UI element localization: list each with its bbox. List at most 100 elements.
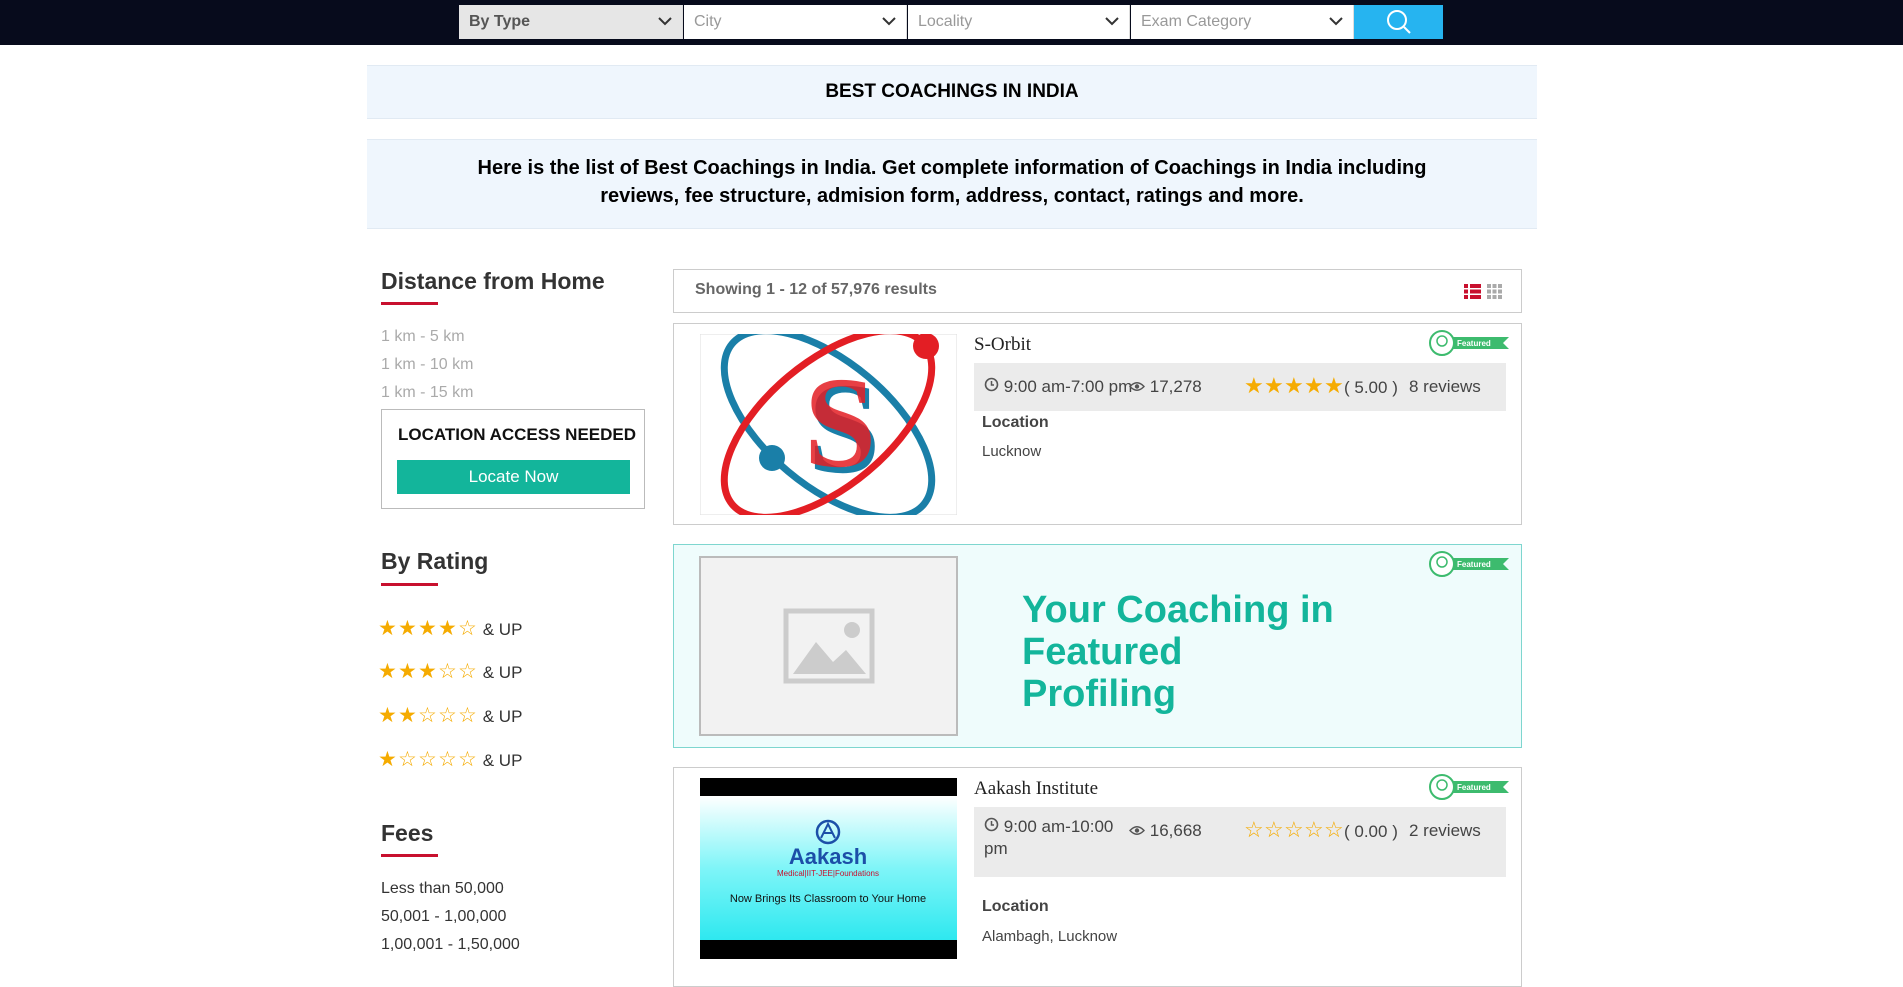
location-value: Lucknow (982, 443, 1042, 460)
star-empty-icon: ☆ (418, 704, 437, 727)
rating-suffix: & UP (482, 751, 523, 770)
star-filled-icon: ★ (1284, 373, 1304, 398)
listing-meta-bar: 9:00 am-7:00 pm 17,278 ★★★★★( 5.00 ) 8 r… (974, 363, 1506, 411)
star-empty-icon: ☆ (1284, 817, 1304, 842)
fees-option[interactable]: 50,001 - 1,00,000 (381, 908, 506, 926)
rating-suffix: & UP (482, 707, 523, 726)
distance-option[interactable]: 1 km - 10 km (381, 356, 473, 374)
star-rating: ★☆☆☆☆ (378, 748, 478, 771)
rating-suffix: & UP (482, 663, 523, 682)
star-filled-icon: ★ (418, 617, 437, 640)
eye-icon (1129, 821, 1150, 840)
star-filled-icon: ★ (1324, 373, 1344, 398)
star-empty-icon: ☆ (1244, 817, 1264, 842)
eye-icon (1129, 377, 1150, 396)
list-view-icon[interactable] (1464, 284, 1481, 299)
type-select-label: By Type (469, 13, 531, 30)
star-rating: ☆☆☆☆☆ (1244, 818, 1344, 842)
grid-view-icon[interactable] (1487, 284, 1502, 299)
page-title: BEST COACHINGS IN INDIA (825, 81, 1079, 102)
distance-option[interactable]: 1 km - 5 km (381, 328, 465, 346)
reviews-link[interactable]: 8 reviews (1409, 377, 1481, 397)
type-select[interactable]: By Type (459, 5, 683, 39)
star-empty-icon: ☆ (458, 748, 477, 771)
listing-name[interactable]: Aakash Institute (974, 778, 1098, 800)
top-search-bar: By Type City Locality Exam Category (0, 0, 1903, 45)
rating-heading: By Rating (381, 548, 489, 574)
promo-heading: Your Coaching in Featured Profiling (1022, 589, 1482, 715)
clock-icon (984, 817, 1004, 836)
listing-card[interactable]: Aakash Medical|IIT-JEE|Foundations Now B… (673, 767, 1522, 987)
city-select-label: City (694, 13, 722, 30)
featured-badge: Featured (1429, 330, 1509, 356)
search-button[interactable] (1354, 5, 1443, 39)
featured-badge: Featured (1429, 774, 1509, 800)
chevron-down-icon (658, 5, 672, 51)
s-orbit-logo[interactable]: S S (700, 334, 957, 515)
locate-now-button[interactable]: Locate Now (397, 460, 630, 494)
star-filled-icon: ★ (378, 704, 397, 727)
distance-option[interactable]: 1 km - 15 km (381, 384, 473, 402)
listing-meta-bar: 9:00 am-10:00 pm 16,668 ☆☆☆☆☆( 0.00 ) 2 … (974, 807, 1506, 877)
star-empty-icon: ☆ (458, 704, 477, 727)
star-empty-icon: ☆ (1264, 817, 1284, 842)
rating-filter-3[interactable]: ★★★☆☆ & UP (378, 660, 522, 684)
star-rating: ★★★★☆ (378, 617, 478, 640)
rating-value: ( 5.00 ) (1344, 378, 1398, 397)
aakash-sub-text: Medical|IIT-JEE|Foundations (777, 869, 879, 878)
listing-name[interactable]: S-Orbit (974, 334, 1031, 356)
city-select[interactable]: City (684, 5, 907, 39)
image-icon (783, 608, 875, 684)
star-rating: ★★★☆☆ (378, 660, 478, 683)
listing-rating: ☆☆☆☆☆( 0.00 ) (1244, 818, 1398, 842)
chevron-down-icon (882, 5, 896, 51)
promo-line: Your Coaching in Featured (1022, 589, 1334, 673)
exam-category-select[interactable]: Exam Category (1131, 5, 1354, 39)
aakash-institute-image[interactable]: Aakash Medical|IIT-JEE|Foundations Now B… (700, 778, 957, 959)
featured-promo-card[interactable]: Featured Your Coaching in Featured Profi… (673, 544, 1522, 748)
location-label: Location (982, 898, 1049, 915)
fees-option[interactable]: Less than 50,000 (381, 880, 504, 898)
listing-timing: 9:00 am-7:00 pm (984, 377, 1132, 397)
star-filled-icon: ★ (418, 660, 437, 683)
rating-value: ( 0.00 ) (1344, 822, 1398, 841)
search-icon (1387, 10, 1411, 34)
aakash-brand-text: Aakash (789, 844, 867, 869)
timing-text: 9:00 am-10:00 (1003, 817, 1114, 836)
star-filled-icon: ★ (398, 660, 417, 683)
featured-badge-label: Featured (1457, 339, 1491, 348)
reviews-link[interactable]: 2 reviews (1409, 821, 1481, 841)
fees-option[interactable]: 1,00,001 - 1,50,000 (381, 936, 520, 954)
featured-badge: Featured (1429, 551, 1509, 577)
star-empty-icon: ☆ (1304, 817, 1324, 842)
star-filled-icon: ★ (1304, 373, 1324, 398)
timing-text: pm (984, 839, 1008, 858)
rating-filter-2[interactable]: ★★☆☆☆ & UP (378, 704, 522, 728)
star-filled-icon: ★ (438, 617, 457, 640)
star-rating: ★★☆☆☆ (378, 704, 478, 727)
star-filled-icon: ★ (1244, 373, 1264, 398)
star-empty-icon: ☆ (438, 704, 457, 727)
listing-card[interactable]: S S S-Orbit Featured 9:00 am-7:00 pm 17,… (673, 323, 1522, 525)
star-empty-icon: ☆ (438, 748, 457, 771)
location-value: Alambagh, Lucknow (982, 928, 1118, 945)
views-count: 16,668 (1149, 821, 1202, 840)
rating-filter-4[interactable]: ★★★★☆ & UP (378, 617, 522, 641)
promo-line: Profiling (1022, 673, 1177, 715)
locality-select[interactable]: Locality (908, 5, 1130, 39)
results-summary: Showing 1 - 12 of 57,976 results (695, 281, 937, 298)
star-empty-icon: ☆ (458, 617, 477, 640)
rating-filter-1[interactable]: ★☆☆☆☆ & UP (378, 748, 522, 772)
chevron-down-icon (1105, 5, 1119, 51)
star-empty-icon: ☆ (398, 748, 417, 771)
star-filled-icon: ★ (378, 660, 397, 683)
listing-views: 17,278 (1129, 377, 1202, 397)
clock-icon (984, 377, 1004, 396)
star-empty-icon: ☆ (458, 660, 477, 683)
intro-text: Here is the list of Best Coachings in In… (477, 157, 1427, 207)
listing-views: 16,668 (1129, 821, 1202, 841)
locality-select-label: Locality (918, 13, 973, 30)
star-empty-icon: ☆ (438, 660, 457, 683)
star-filled-icon: ★ (378, 617, 397, 640)
heading-underline (381, 583, 438, 586)
